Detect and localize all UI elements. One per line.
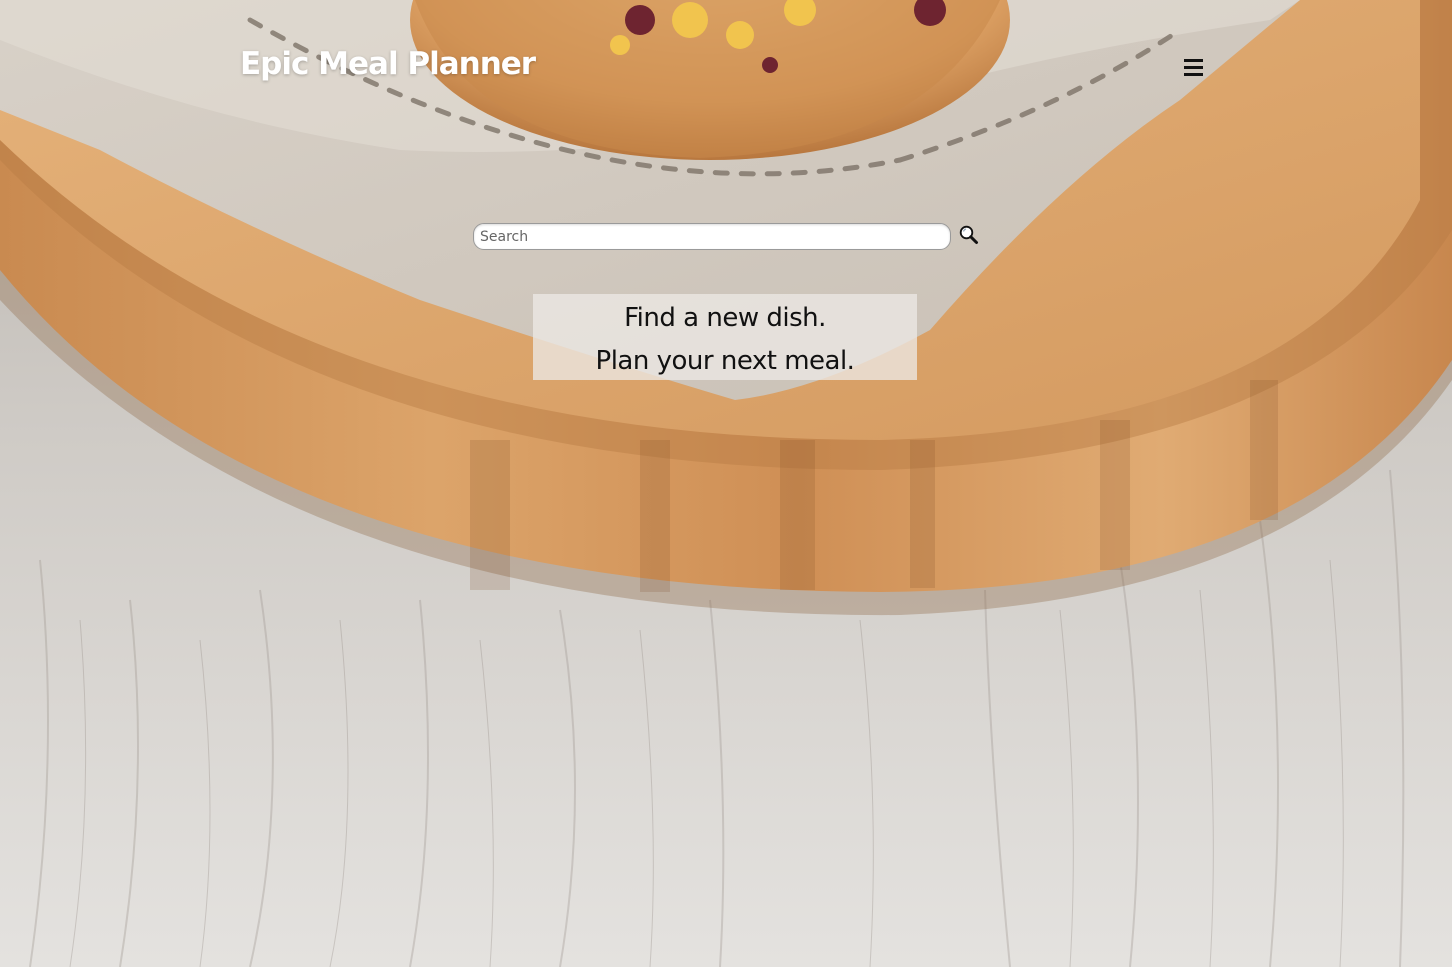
menu-bar: [1184, 66, 1203, 69]
magnifier-icon: [959, 225, 978, 244]
search-input[interactable]: [473, 223, 951, 250]
search-form: [473, 223, 983, 251]
search-button[interactable]: [958, 224, 980, 246]
tagline-line-2: Plan your next meal.: [595, 346, 855, 376]
tagline-line-1: Find a new dish.: [624, 303, 826, 333]
menu-bar: [1184, 73, 1203, 76]
hamburger-menu-icon[interactable]: [1180, 55, 1206, 79]
hero-tagline: Find a new dish. Plan your next meal.: [533, 294, 917, 380]
background-photo: [0, 0, 1452, 967]
page: Epic Meal Planner Find a new dish. Plan …: [0, 0, 1452, 967]
site-title[interactable]: Epic Meal Planner: [240, 46, 536, 82]
menu-bar: [1184, 59, 1203, 62]
